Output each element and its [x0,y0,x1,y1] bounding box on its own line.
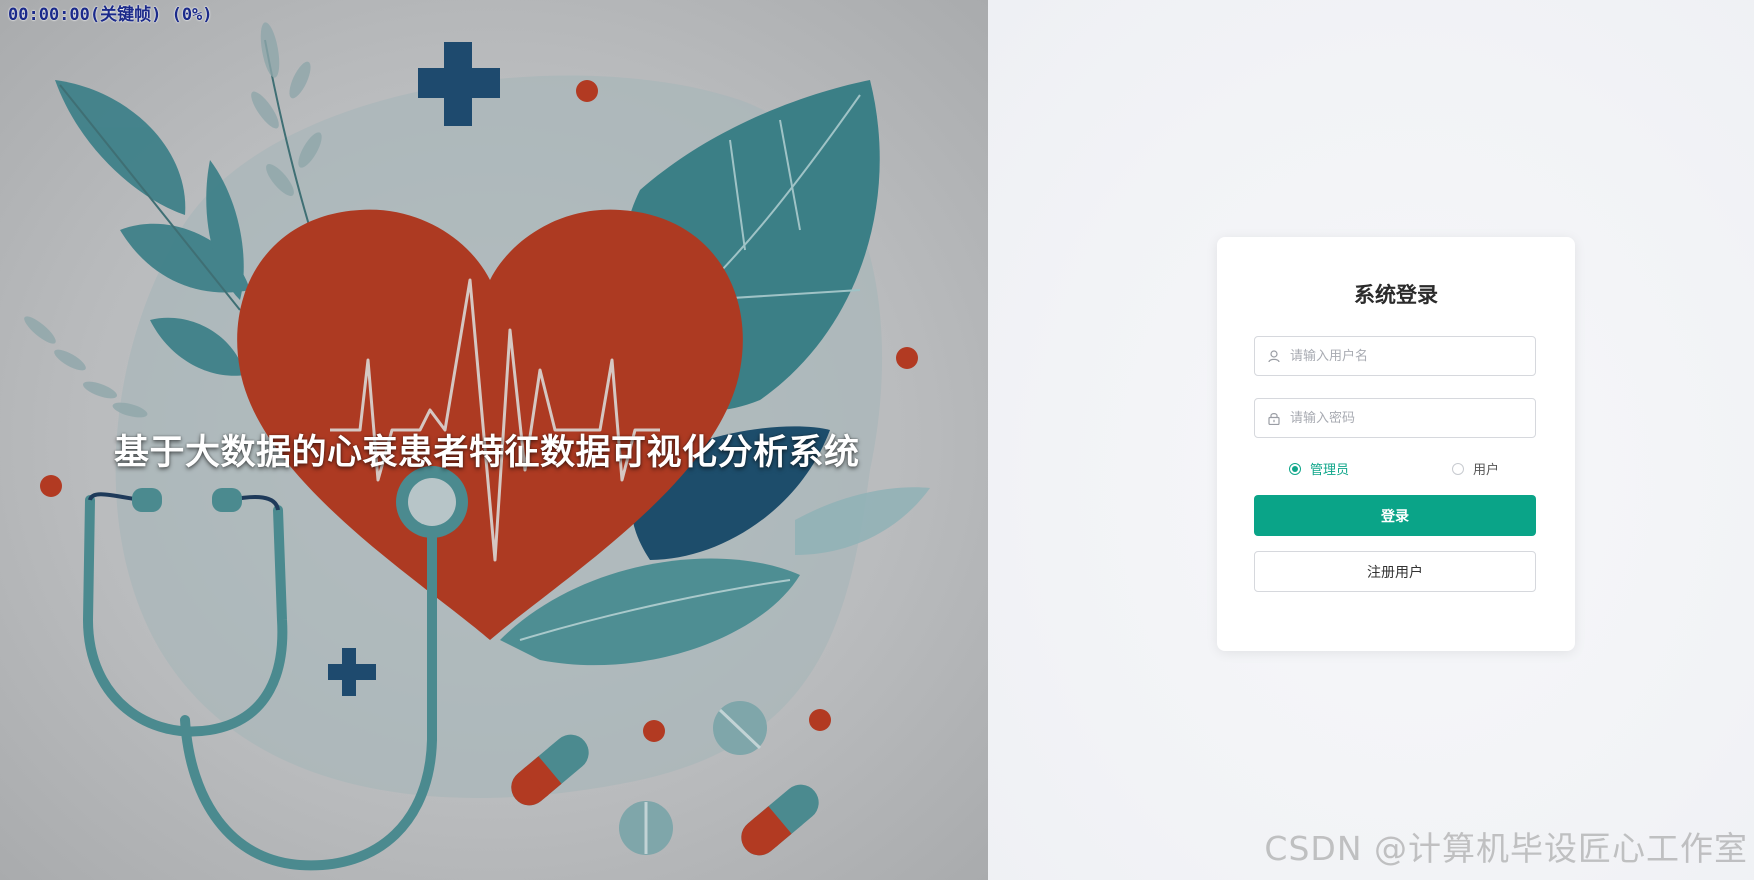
radio-checked-icon [1289,462,1301,475]
lock-icon [1266,410,1282,426]
login-panel: 系统登录 请输入用户名 管理员 用户 登录 注册用户 CSDN @计算机毕设匠心… [988,0,1754,880]
illustration-panel: 00:00:00(关键帧) (0%) 基于大数据的心衰患者特征数据可视化分析系统 [0,0,988,880]
system-title: 基于大数据的心衰患者特征数据可视化分析系统 [114,433,860,473]
login-button[interactable]: 登录 [1254,495,1536,536]
csdn-watermark: CSDN @计算机毕设匠心工作室 [1264,829,1748,868]
password-input[interactable] [1288,409,1535,427]
role-label-user: 用户 [1473,463,1500,478]
role-selector: 管理员 用户 [1254,459,1536,479]
radio-unchecked-icon [1452,462,1464,475]
role-radio-admin[interactable]: 管理员 [1289,459,1349,478]
login-title: 系统登录 [1354,283,1438,307]
register-button[interactable]: 注册用户 [1254,551,1536,592]
login-page: 00:00:00(关键帧) (0%) 基于大数据的心衰患者特征数据可视化分析系统… [0,0,1754,880]
username-field[interactable] [1254,336,1536,376]
role-radio-user[interactable]: 用户 [1452,459,1499,478]
video-timecode: 00:00:00(关键帧) (0%) [8,5,213,25]
username-input[interactable] [1288,347,1535,365]
login-card: 系统登录 请输入用户名 管理员 用户 登录 注册用户 [1217,237,1575,651]
password-field[interactable] [1254,398,1536,438]
user-icon [1266,348,1282,364]
role-label-admin: 管理员 [1310,463,1350,478]
